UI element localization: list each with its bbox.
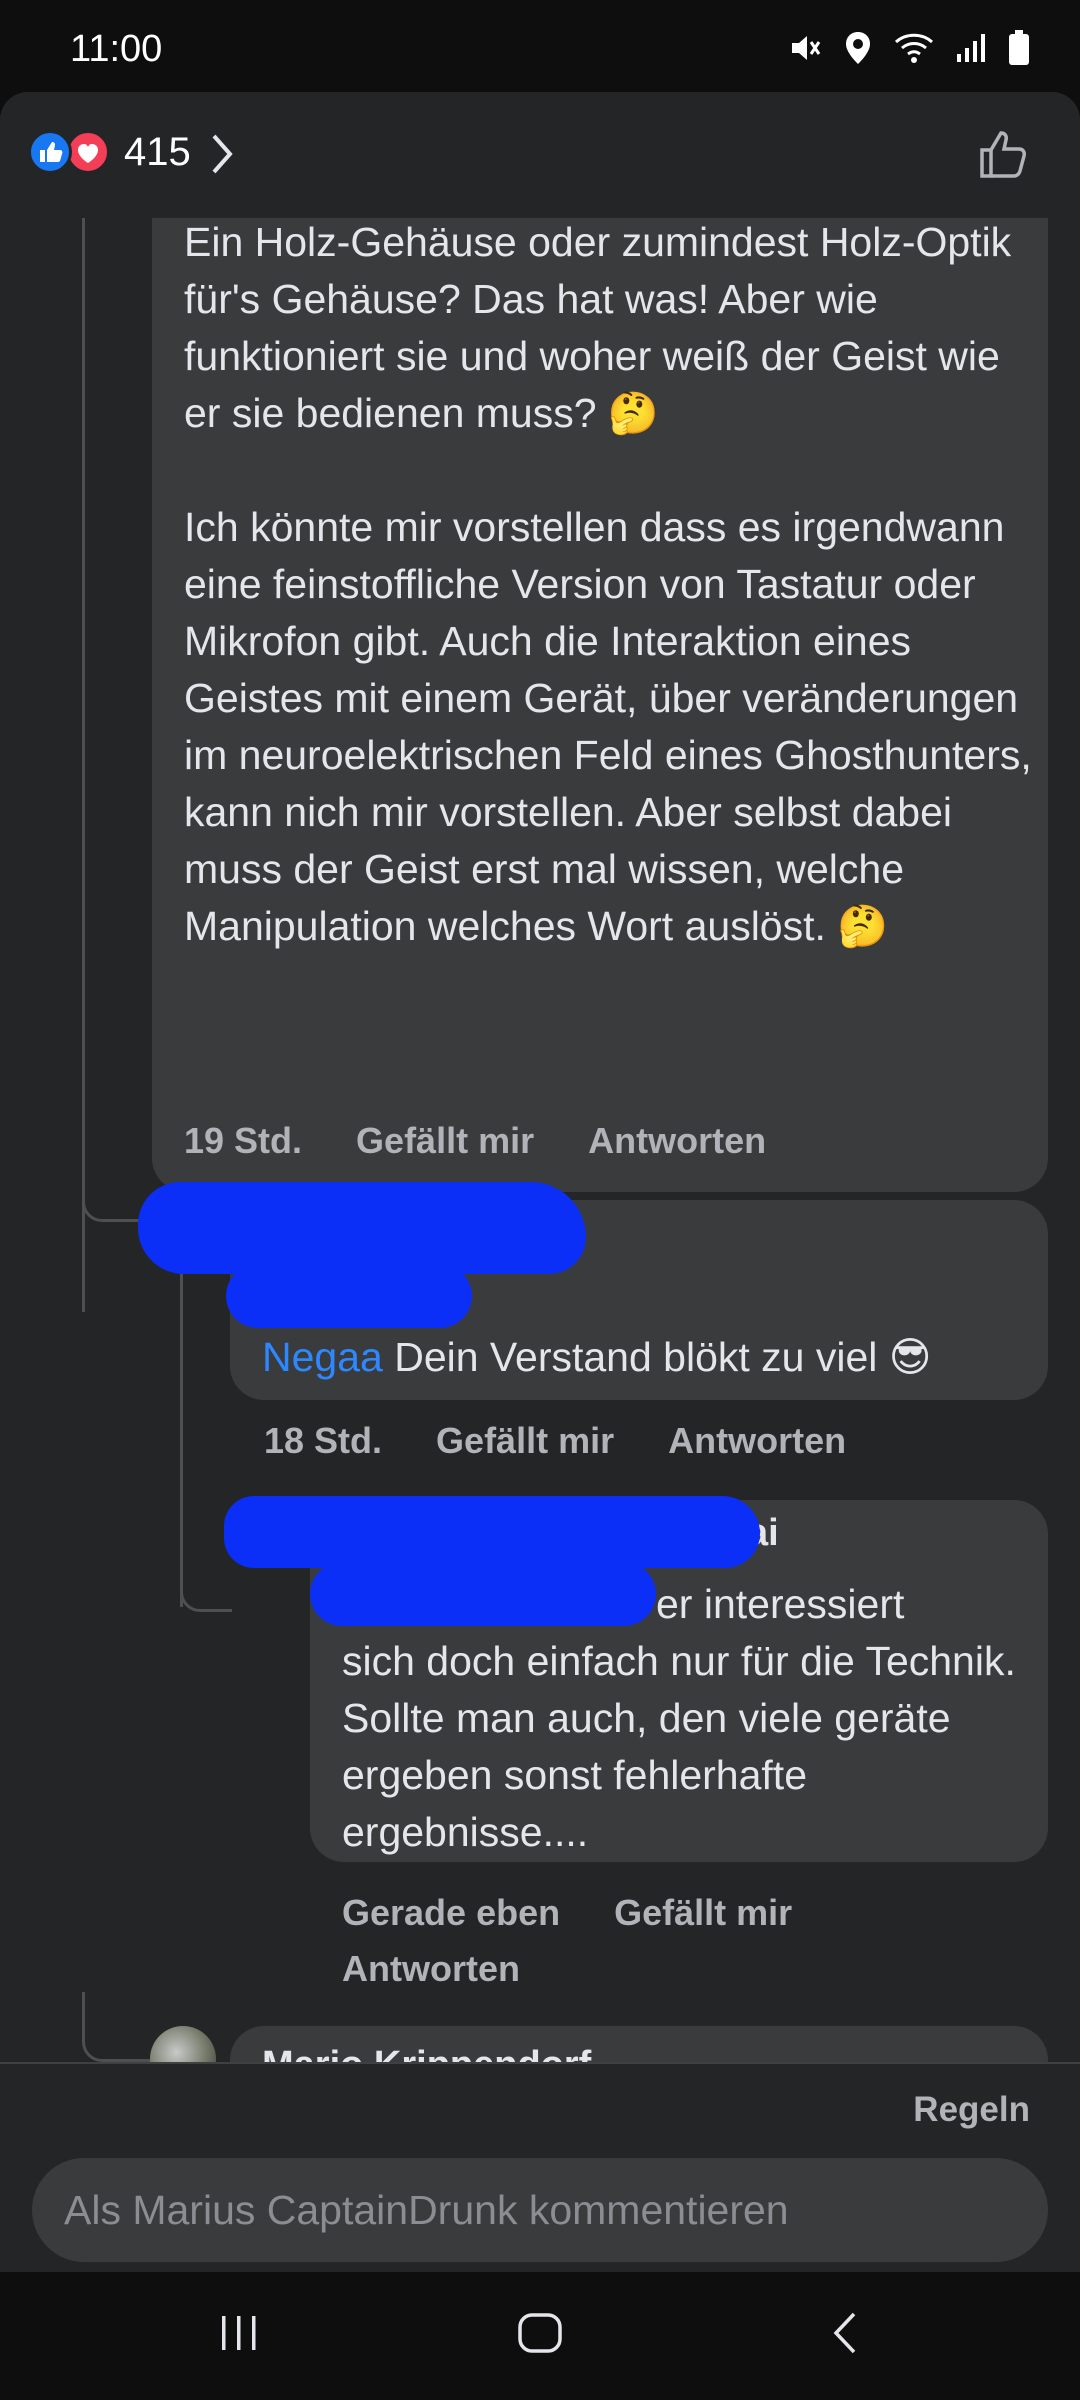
location-icon	[844, 30, 872, 71]
comment-actions: 19 Std. Gefällt mir Antworten	[184, 1120, 766, 1162]
reaction-count: 415	[124, 130, 191, 174]
comment-composer: Regeln	[0, 2062, 1080, 2272]
like-link[interactable]: Gefällt mir	[436, 1420, 614, 1462]
back-icon[interactable]	[828, 2308, 862, 2363]
status-icons	[788, 30, 1030, 71]
redaction-mark	[310, 1562, 656, 1626]
reply-link[interactable]: Antworten	[668, 1420, 846, 1462]
rules-link[interactable]: Regeln	[913, 2090, 1030, 2130]
comment-bubble[interactable]: Ein Holz-Gehäuse oder zumindest Holz-Opt…	[152, 202, 1048, 1192]
recent-apps-icon[interactable]	[220, 2308, 260, 2363]
mention-link[interactable]: Nega	[262, 1334, 360, 1380]
reactions-header[interactable]: 415	[0, 92, 1080, 218]
thread-connector	[82, 1992, 156, 2062]
redaction-mark	[138, 1182, 586, 1274]
reply-link[interactable]: Antworten	[342, 1948, 520, 1990]
love-reaction-icon	[66, 130, 110, 174]
reply-actions-second-line: Antworten	[342, 1948, 520, 1990]
reply-actions: 18 Std. Gefällt mir Antworten	[264, 1420, 846, 1462]
comments-sheet: 415 Ein Holz-Gehäuse oder zumindest Holz…	[0, 92, 1080, 2272]
thread-connector	[82, 1172, 142, 1222]
battery-icon	[1008, 30, 1030, 71]
mention-link-tail[interactable]: a	[360, 1334, 383, 1380]
wifi-icon	[894, 32, 934, 69]
signal-icon	[956, 32, 986, 69]
like-link[interactable]: Gefällt mir	[614, 1892, 792, 1934]
reply-actions: Gerade eben Gefällt mir	[342, 1892, 792, 1934]
navigation-bar	[0, 2272, 1080, 2400]
reply-timestamp: 18 Std.	[264, 1420, 383, 1461]
comment-text: Ein Holz-Gehäuse oder zumindest Holz-Opt…	[184, 219, 1032, 949]
like-link[interactable]: Gefällt mir	[356, 1120, 534, 1162]
like-button[interactable]	[978, 128, 1030, 185]
home-icon[interactable]	[516, 2308, 564, 2363]
reply-text-first: er interessiert	[656, 1581, 905, 1627]
status-time: 11:00	[70, 28, 163, 70]
mute-icon	[788, 31, 822, 70]
comment-timestamp: 19 Std.	[184, 1120, 303, 1161]
status-bar: 11:00	[0, 0, 1080, 92]
reply-timestamp: Gerade eben	[342, 1892, 561, 1933]
thread-line	[82, 212, 85, 1312]
reply-body: Dein Verstand blökt zu viel 😎	[382, 1334, 932, 1380]
redaction-mark	[226, 1264, 472, 1328]
redaction-mark	[224, 1496, 760, 1568]
comment-input[interactable]	[32, 2158, 1048, 2262]
thumbs-up-icon	[980, 131, 1026, 178]
reply-link[interactable]: Antworten	[588, 1120, 766, 1162]
like-reaction-icon	[28, 130, 72, 174]
chevron-right-icon	[210, 132, 236, 181]
reply-text: sich doch einfach nur für die Technik. S…	[342, 1638, 1016, 1855]
